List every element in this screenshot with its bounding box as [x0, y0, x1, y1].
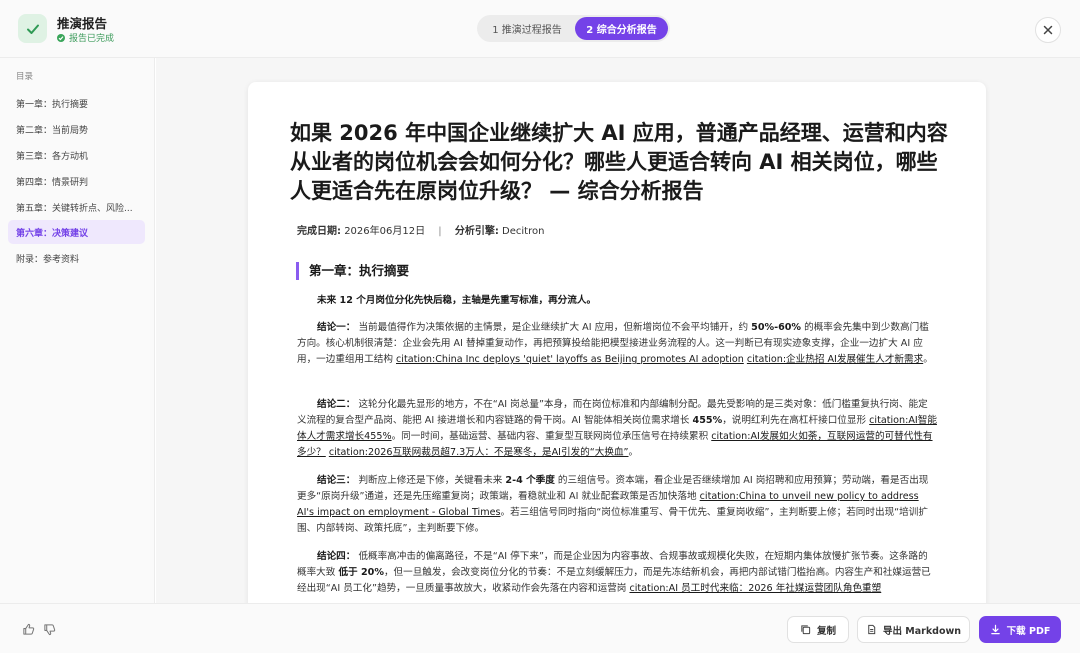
toc-item-chapter-4[interactable]: 第四章：情景研判 — [8, 169, 145, 193]
toc-title: 目录 — [16, 72, 34, 82]
copy-button[interactable]: 复制 — [787, 616, 849, 643]
toc-item-appendix[interactable]: 附录：参考资料 — [8, 246, 145, 270]
citation-link[interactable]: citation:China Inc deploys 'quiet' layof… — [396, 354, 744, 365]
conclusion-1-label: 结论一： — [317, 322, 356, 333]
conclusion-4-highlight: 低于 20% — [338, 567, 384, 578]
lead-paragraph: 未来 12 个月岗位分化先快后稳，主轴是先重写标准，再分流人。 — [297, 293, 937, 309]
conclusion-3-label: 结论三： — [317, 475, 356, 486]
document-meta: 完成日期: 2026年06月12日 | 分析引擎: Decitron — [297, 222, 544, 237]
conclusion-2-text-2: ，说明红利先在高杠杆接口位显形 — [722, 415, 870, 426]
conclusion-2-highlight: 455% — [692, 415, 723, 426]
citation-link[interactable]: citation:AI 员工时代来临：2026 年社媒运营团队角色重塑 — [629, 583, 881, 594]
toc-item-chapter-2[interactable]: 第二章：当前局势 — [8, 117, 145, 141]
conclusion-3-text: 判断应上修还是下修，关键看未来 — [358, 475, 506, 486]
conclusion-2-end: 。 — [628, 447, 639, 458]
tab-process-report[interactable]: 1 推演过程报告 — [479, 17, 575, 40]
toc-item-chapter-6[interactable]: 第六章：决策建议 — [8, 220, 145, 244]
toc-item-chapter-5[interactable]: 第五章：关键转折点、风险... — [8, 195, 145, 219]
conclusion-1: 结论一： 当前最值得作为决策依据的主情景，是企业继续扩大 AI 应用，但新增岗位… — [297, 320, 937, 368]
thumbs-down-icon[interactable] — [43, 623, 56, 636]
citation-link[interactable]: citation:2026互联网裁员超7.3万人：不是寒冬，是AI引发的“大换血… — [329, 447, 629, 458]
header-bar: 推演报告 报告已完成 1 推演过程报告 2 综合分析报告 — [0, 0, 1080, 58]
tab-analysis-report[interactable]: 2 综合分析报告 — [575, 17, 668, 40]
meta-engine-label: 分析引擎: — [454, 226, 499, 237]
conclusion-3: 结论三： 判断应上修还是下修，关键看未来 2-4 个季度 的三组信号。资本端，看… — [297, 473, 937, 537]
download-pdf-label: 下载 PDF — [1006, 625, 1051, 637]
export-markdown-button[interactable]: 导出 Markdown — [857, 616, 970, 643]
close-icon — [1043, 25, 1053, 35]
thumbs-up-icon[interactable] — [22, 623, 35, 636]
report-title: 推演报告 — [57, 16, 108, 31]
conclusion-2-label: 结论二： — [317, 399, 356, 410]
conclusion-2: 结论二： 这轮分化最先显形的地方，不在“AI 岗总量”本身，而在岗位标准和内部编… — [297, 397, 937, 461]
export-label: 导出 Markdown — [882, 625, 962, 637]
copy-label: 复制 — [816, 625, 836, 637]
conclusion-1-text: 当前最值得作为决策依据的主情景，是企业继续扩大 AI 应用，但新增岗位不会平均铺… — [358, 322, 752, 333]
citation-link[interactable]: citation:企业热招 AI发展催生人才新需求 — [747, 354, 923, 365]
report-content-area[interactable]: 如果 2026 年中国企业继续扩大 AI 应用，普通产品经理、运营和内容从业者的… — [156, 58, 1080, 603]
conclusion-4: 结论四： 低概率高冲击的偏离路径，不是“AI 停下来”，而是企业因为内容事故、合… — [297, 549, 937, 597]
toc-sidebar: 目录 第一章：执行摘要 第二章：当前局势 第三章：各方动机 第四章：情景研判 第… — [0, 58, 155, 603]
copy-icon — [801, 625, 811, 635]
meta-date: 2026年06月12日 — [344, 226, 426, 237]
status-text: 报告已完成 — [69, 34, 115, 44]
conclusion-3-highlight: 2-4 个季度 — [505, 475, 555, 486]
conclusion-1-highlight: 50%-60% — [751, 322, 802, 333]
report-document: 如果 2026 年中国企业继续扩大 AI 应用，普通产品经理、运营和内容从业者的… — [248, 82, 986, 603]
meta-separator: | — [438, 226, 442, 237]
conclusion-4-label: 结论四： — [317, 551, 356, 562]
check-icon — [18, 14, 47, 43]
meta-engine: Decitron — [502, 226, 545, 237]
conclusion-1-end: 。 — [923, 354, 933, 365]
status-check-icon — [57, 33, 65, 42]
lead-text: 未来 12 个月岗位分化先快后稳，主轴是先重写标准，再分流人。 — [317, 295, 597, 306]
meta-date-label: 完成日期: — [297, 226, 341, 237]
document-title: 如果 2026 年中国企业继续扩大 AI 应用，普通产品经理、运营和内容从业者的… — [290, 121, 948, 203]
report-tabs: 1 推演过程报告 2 综合分析报告 — [477, 15, 670, 42]
document-icon — [868, 624, 876, 635]
close-button[interactable] — [1035, 17, 1061, 43]
toc-item-chapter-1[interactable]: 第一章：执行摘要 — [8, 91, 145, 115]
download-pdf-button[interactable]: 下载 PDF — [979, 616, 1061, 643]
download-icon — [990, 624, 1000, 635]
chapter-heading: 第一章：执行摘要 — [296, 262, 409, 280]
footer-bar: 复制 导出 Markdown 下载 PDF — [0, 603, 1080, 653]
report-status: 报告已完成 — [57, 31, 114, 44]
toc-item-chapter-3[interactable]: 第三章：各方动机 — [8, 143, 145, 167]
conclusion-2-text-3: 。同一时间，基础运营、基础内容、重复型互联网岗位承压信号在持续累积 — [391, 431, 712, 442]
